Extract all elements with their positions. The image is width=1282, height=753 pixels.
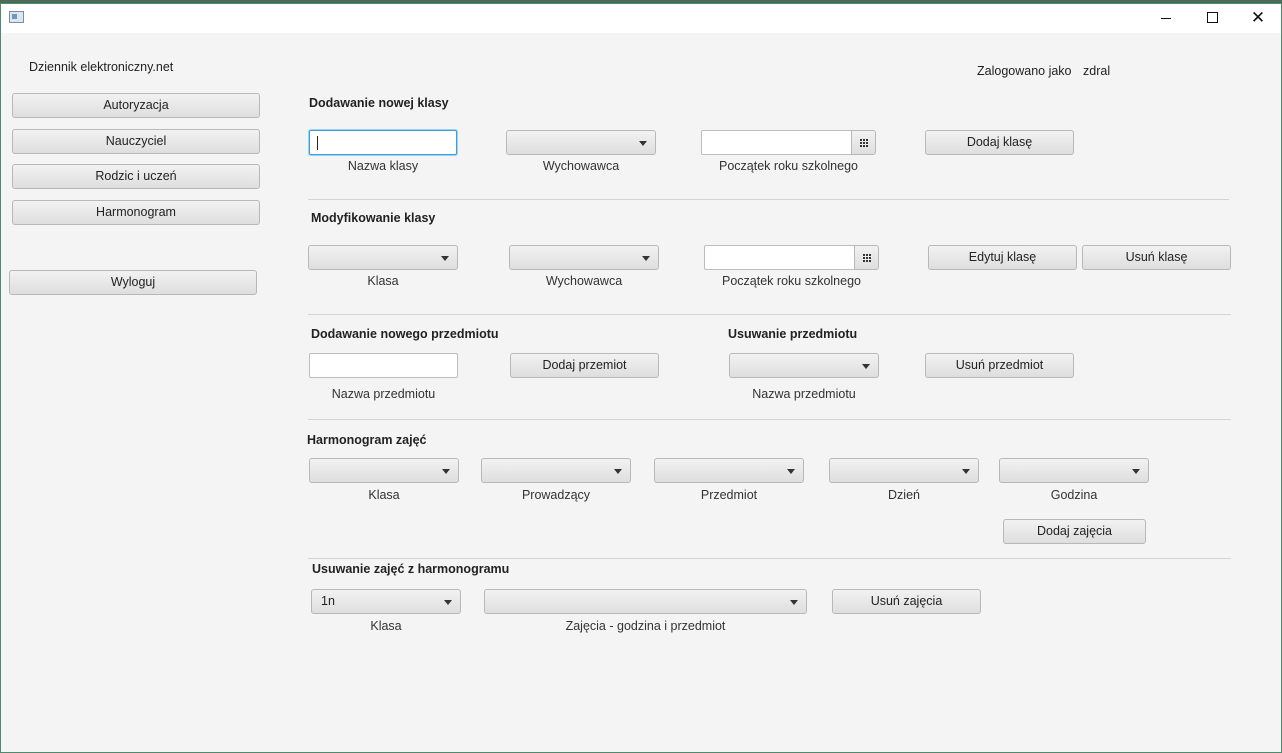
app-title: Dziennik elektroniczny.net — [29, 60, 174, 74]
maximize-button[interactable] — [1189, 4, 1235, 33]
add-class-button[interactable]: Dodaj klasę — [925, 130, 1074, 155]
edit-class-heading: Modyfikowanie klasy — [311, 211, 436, 225]
add-class-heading: Dodawanie nowej klasy — [309, 96, 449, 110]
calendar-icon — [863, 254, 871, 262]
edit-class-year-input[interactable] — [704, 245, 855, 270]
subject-name-input[interactable] — [309, 353, 458, 378]
chevron-down-icon — [444, 600, 452, 605]
sidebar-item-rodzic-i-uczen[interactable]: Rodzic i uczeń — [12, 164, 260, 189]
edit-class-teacher-select[interactable] — [509, 245, 659, 270]
app-window: ✕ Dziennik elektroniczny.net Zalogowano … — [0, 3, 1282, 753]
delete-lesson-heading: Usuwanie zajęć z harmonogramu — [312, 562, 510, 576]
sidebar-item-autoryzacja[interactable]: Autoryzacja — [12, 93, 260, 118]
schedule-class-select[interactable] — [309, 458, 459, 483]
schedule-teacher-select[interactable] — [481, 458, 631, 483]
delete-subject-heading: Usuwanie przedmiotu — [728, 327, 858, 341]
sidebar-item-harmonogram[interactable]: Harmonogram — [12, 200, 260, 225]
chevron-down-icon — [442, 469, 450, 474]
edit-class-button[interactable]: Edytuj klasę — [928, 245, 1077, 270]
section-divider — [308, 558, 1231, 559]
delete-lesson-label: Zajęcia - godzina i przedmiot — [565, 619, 726, 633]
sidebar-item-nauczyciel[interactable]: Nauczyciel — [12, 129, 260, 154]
calendar-icon — [860, 139, 868, 147]
add-class-year-datepicker[interactable] — [701, 130, 876, 155]
delete-subject-label: Nazwa przedmiotu — [752, 387, 856, 401]
delete-lesson-button[interactable]: Usuń zajęcia — [832, 589, 981, 614]
delete-subject-button[interactable]: Usuń przedmiot — [925, 353, 1074, 378]
title-bar: ✕ — [1, 4, 1281, 33]
add-class-teacher-select[interactable] — [506, 130, 656, 155]
chevron-down-icon — [1132, 469, 1140, 474]
delete-lesson-class-select[interactable]: 1n — [311, 589, 461, 614]
schedule-hour-label: Godzina — [1050, 488, 1098, 502]
chevron-down-icon — [642, 256, 650, 261]
app-icon — [9, 11, 24, 23]
edit-class-year-datepicker[interactable] — [704, 245, 879, 270]
chevron-down-icon — [614, 469, 622, 474]
minimize-icon — [1161, 17, 1171, 19]
delete-subject-select[interactable] — [729, 353, 879, 378]
edit-class-teacher-label: Wychowawca — [545, 274, 623, 288]
chevron-down-icon — [787, 469, 795, 474]
close-icon: ✕ — [1250, 8, 1266, 28]
add-lesson-button[interactable]: Dodaj zajęcia — [1003, 519, 1146, 544]
login-label: Zalogowano jako — [977, 64, 1072, 78]
logout-button[interactable]: Wyloguj — [9, 270, 257, 295]
add-class-year-calendar-button[interactable] — [851, 130, 876, 155]
edit-class-year-calendar-button[interactable] — [854, 245, 879, 270]
class-name-input[interactable] — [309, 130, 457, 155]
subject-name-label: Nazwa przedmiotu — [331, 387, 436, 401]
schedule-hour-select[interactable] — [999, 458, 1149, 483]
section-divider — [308, 199, 1229, 200]
schedule-subject-select[interactable] — [654, 458, 804, 483]
schedule-teacher-label: Prowadzący — [521, 488, 591, 502]
selected-value: 1n — [321, 594, 335, 608]
delete-lesson-class-label: Klasa — [370, 619, 402, 633]
chevron-down-icon — [639, 141, 647, 146]
schedule-day-label: Dzień — [888, 488, 920, 502]
edit-class-year-label: Początek roku szkolnego — [722, 274, 861, 288]
add-subject-button[interactable]: Dodaj przemiot — [510, 353, 659, 378]
chevron-down-icon — [441, 256, 449, 261]
schedule-subject-label: Przedmiot — [700, 488, 758, 502]
schedule-class-label: Klasa — [368, 488, 400, 502]
delete-lesson-select[interactable] — [484, 589, 807, 614]
edit-class-select[interactable] — [308, 245, 458, 270]
add-class-teacher-label: Wychowawca — [542, 159, 620, 173]
add-class-year-input[interactable] — [701, 130, 852, 155]
chevron-down-icon — [962, 469, 970, 474]
section-divider — [308, 419, 1231, 420]
close-button[interactable]: ✕ — [1235, 4, 1281, 33]
class-name-label: Nazwa klasy — [347, 159, 419, 173]
text-caret — [317, 136, 318, 150]
schedule-heading: Harmonogram zajęć — [307, 433, 427, 447]
chevron-down-icon — [790, 600, 798, 605]
maximize-icon — [1206, 11, 1218, 23]
minimize-button[interactable] — [1143, 4, 1189, 33]
add-class-year-label: Początek roku szkolnego — [719, 159, 858, 173]
chevron-down-icon — [862, 364, 870, 369]
delete-class-button[interactable]: Usuń klasę — [1082, 245, 1231, 270]
section-divider — [308, 314, 1231, 315]
username: zdral — [1083, 64, 1111, 78]
schedule-day-select[interactable] — [829, 458, 979, 483]
edit-class-label: Klasa — [367, 274, 399, 288]
add-subject-heading: Dodawanie nowego przedmiotu — [311, 327, 499, 341]
